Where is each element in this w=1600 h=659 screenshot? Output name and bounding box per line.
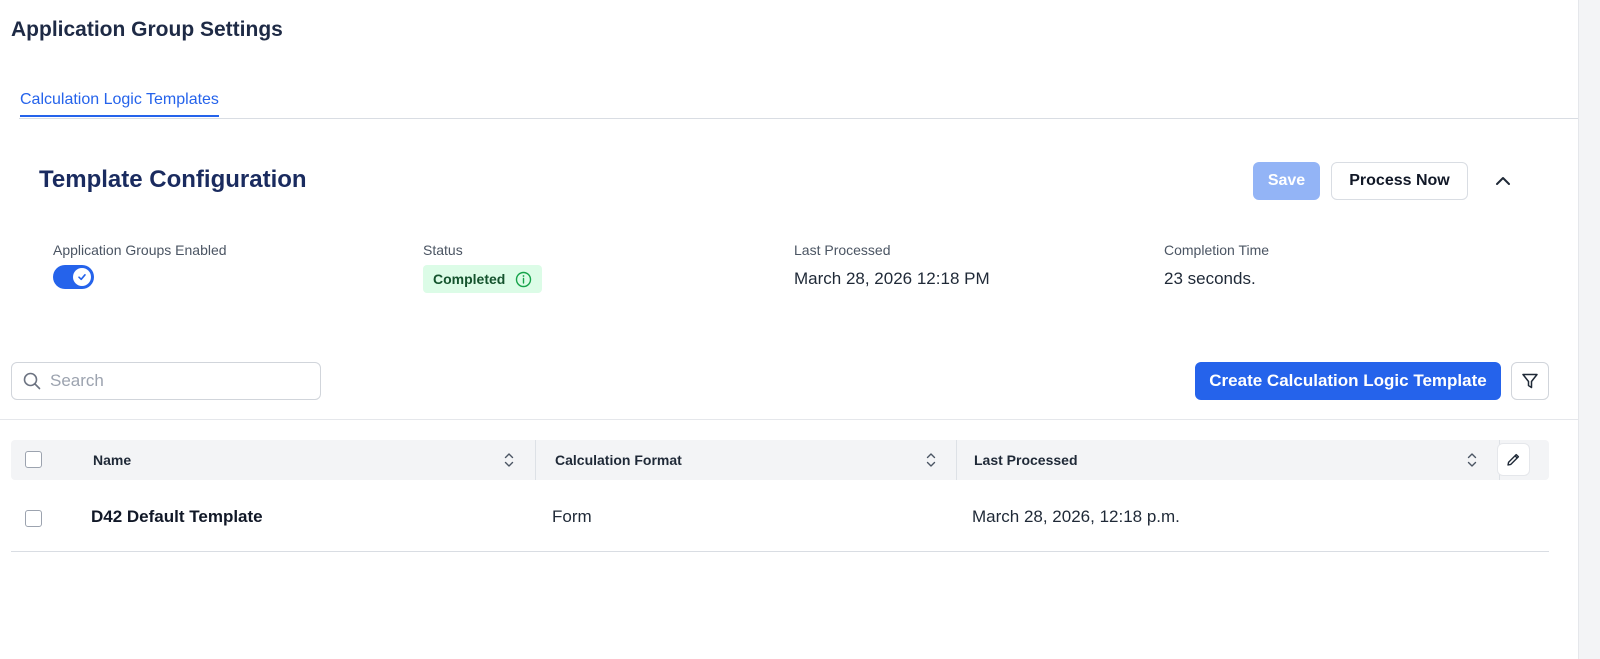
enabled-field: Application Groups Enabled: [53, 242, 227, 258]
completion-time-value: 23 seconds.: [1164, 269, 1256, 288]
tab-bar: Calculation Logic Templates: [19, 91, 1578, 119]
edit-columns-button[interactable]: [1497, 443, 1530, 476]
scrollbar-track[interactable]: [1578, 0, 1600, 659]
status-value: Completed: [433, 271, 506, 287]
pencil-icon: [1507, 453, 1520, 466]
completion-time-label: Completion Time: [1164, 242, 1270, 258]
column-header-calculation-format[interactable]: Calculation Format: [555, 440, 682, 480]
table-header: Name Calculation Format Last Processed: [11, 440, 1549, 480]
table-row[interactable]: D42 Default Template Form March 28, 2026…: [11, 485, 1549, 552]
status-label: Status: [423, 242, 463, 258]
section-title: Template Configuration: [39, 166, 307, 193]
last-processed-field: Last Processed March 28, 2026 12:18 PM: [794, 242, 990, 289]
sort-icon[interactable]: [925, 450, 937, 470]
sort-icon[interactable]: [1466, 450, 1478, 470]
last-processed-value: March 28, 2026 12:18 PM: [794, 269, 990, 288]
page-title: Application Group Settings: [11, 18, 283, 41]
last-processed-label: Last Processed: [794, 242, 891, 258]
filter-icon: [1522, 373, 1538, 389]
info-icon[interactable]: [515, 271, 532, 288]
column-header-last-processed[interactable]: Last Processed: [974, 440, 1078, 480]
last-processed-cell: March 28, 2026, 12:18 p.m.: [972, 507, 1180, 526]
row-checkbox[interactable]: [25, 510, 42, 527]
divider: [0, 419, 1578, 420]
collapse-button[interactable]: [1488, 164, 1518, 198]
column-separator: [535, 440, 536, 480]
completion-time-field: Completion Time 23 seconds.: [1164, 242, 1269, 289]
select-all-checkbox[interactable]: [25, 451, 42, 468]
tab-calculation-logic-templates[interactable]: Calculation Logic Templates: [20, 91, 219, 117]
search-icon: [23, 372, 41, 390]
filter-button[interactable]: [1511, 362, 1549, 400]
column-header-name[interactable]: Name: [93, 440, 131, 480]
save-button[interactable]: Save: [1253, 162, 1320, 200]
process-now-button[interactable]: Process Now: [1331, 162, 1468, 200]
sort-icon[interactable]: [503, 450, 515, 470]
status-badge: Completed: [423, 265, 543, 293]
status-field: Status: [423, 242, 463, 258]
column-separator: [956, 440, 957, 480]
calculation-format-cell: Form: [552, 507, 592, 526]
application-groups-toggle[interactable]: [53, 265, 94, 289]
check-icon: [78, 274, 86, 281]
template-name-link[interactable]: D42 Default Template: [91, 507, 263, 527]
toggle-knob: [73, 268, 91, 286]
chevron-up-icon: [1496, 177, 1510, 185]
search-input[interactable]: [50, 371, 290, 391]
enabled-label: Application Groups Enabled: [53, 242, 227, 258]
search-box: [11, 362, 321, 400]
create-template-button[interactable]: Create Calculation Logic Template: [1195, 362, 1501, 400]
